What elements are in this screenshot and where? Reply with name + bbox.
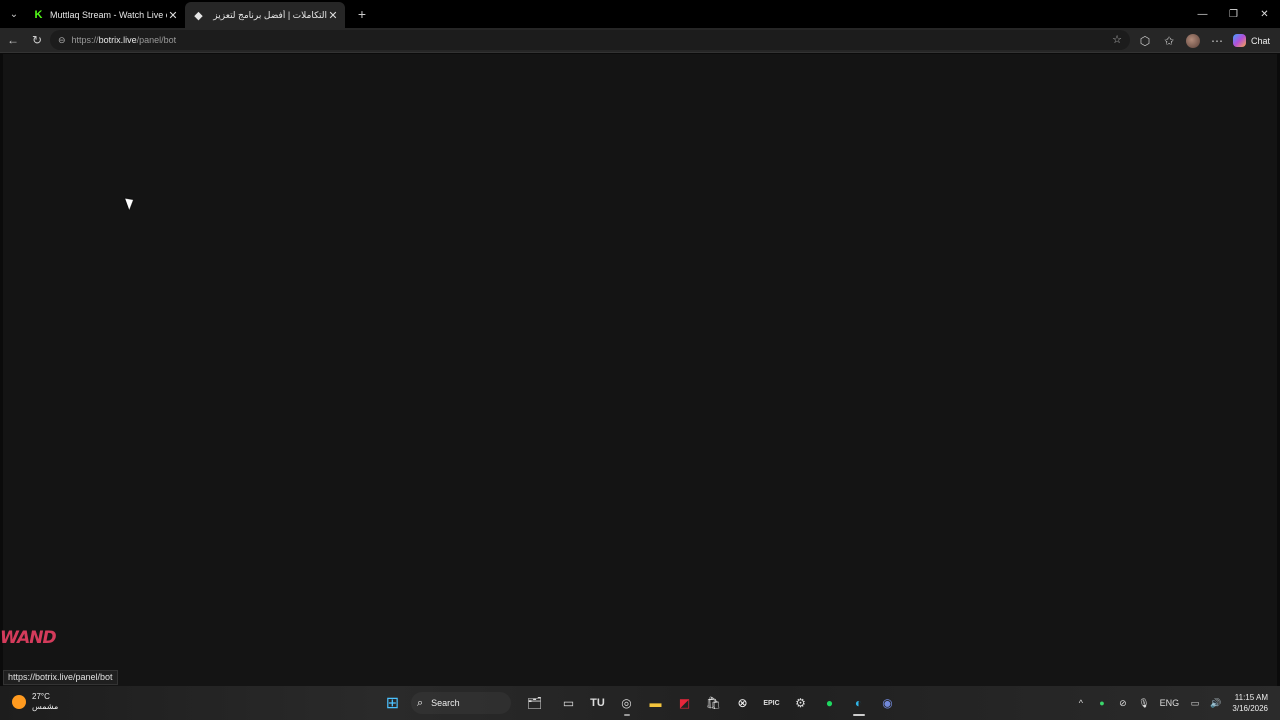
xbox-icon[interactable]: ⊗ <box>730 689 756 717</box>
close-window-icon[interactable]: ✕ <box>1249 0 1280 28</box>
extensions-icon[interactable]: ⬡ <box>1133 30 1157 52</box>
tab-botrix-integrations[interactable]: ◆ التكاملات | أفضل برنامج لتعزيز البث ✕ <box>185 2 345 28</box>
show-hidden-icons-chevron-up-icon[interactable]: ^ <box>1070 698 1091 708</box>
copilot-icon <box>1232 34 1246 47</box>
tab-actions-chevron-down-icon[interactable]: ⌄ <box>3 3 25 25</box>
volume-icon[interactable]: 🔊 <box>1205 698 1226 709</box>
new-tab-plus-icon[interactable]: + <box>351 3 373 25</box>
language-indicator[interactable]: ENG <box>1154 698 1184 708</box>
page-content <box>3 54 1277 686</box>
epic-games-icon[interactable]: EPIC <box>759 689 785 717</box>
spotify-icon[interactable]: ● <box>817 689 843 717</box>
screen: ⌄ K Muttlaq Stream - Watch Live on Ki ✕ … <box>0 0 1280 720</box>
clock[interactable]: 11:15 AM 3/16/2026 <box>1226 692 1280 714</box>
discord-icon[interactable]: ◉ <box>875 689 901 717</box>
search-icon: ⌕ <box>417 696 424 709</box>
taskbar-apps: ⊞ ⌕ Search 🗂 ▭ TU ◎ ▬ ◩ 🛍 ⊗ EPIC ⚙ ● ◐ ◉ <box>378 689 902 717</box>
toolbar-right: ⬡ ✩ ⋯ Chat <box>1133 28 1280 53</box>
store-icon[interactable]: 🛍 <box>701 689 727 717</box>
back-arrow-icon[interactable]: ← <box>1 29 25 51</box>
favorite-star-icon[interactable]: ☆ <box>1112 33 1122 46</box>
widgets-icon[interactable]: 🗂 <box>517 689 553 717</box>
edge-icon[interactable]: ◐ <box>846 689 872 717</box>
minimize-icon[interactable]: — <box>1187 0 1218 28</box>
site-info-icon[interactable]: ⊖ <box>58 35 66 46</box>
security-icon[interactable]: ⊘ <box>1112 698 1133 709</box>
file-explorer-icon[interactable]: ▬ <box>643 689 669 717</box>
kick-favicon-icon: K <box>34 9 43 21</box>
search-label: Search <box>431 698 460 708</box>
tab-title: Muttlaq Stream - Watch Live on Ki <box>50 10 167 20</box>
tab-title: التكاملات | أفضل برنامج لتعزيز البث <box>210 9 327 20</box>
start-windows-icon[interactable]: ⊞ <box>380 689 406 717</box>
temperature: 27°C <box>32 692 50 701</box>
tu-app-icon[interactable]: TU <box>585 689 611 717</box>
time: 11:15 AM <box>1234 693 1268 702</box>
refresh-icon[interactable]: ↻ <box>25 29 49 51</box>
copilot-chat-button[interactable]: Chat <box>1229 34 1280 47</box>
system-tray: ^ ● ⊘ 🎙 ENG ▭ 🔊 11:15 AM 3/16/2026 <box>1070 686 1280 720</box>
botrix-favicon-icon: ◆ <box>194 9 203 22</box>
url-path: /panel/bot <box>136 35 177 45</box>
tab-strip: ⌄ K Muttlaq Stream - Watch Live on Ki ✕ … <box>0 0 1280 28</box>
network-icon[interactable]: ▭ <box>1184 698 1205 709</box>
chat-label: Chat <box>1250 35 1270 46</box>
status-url-tooltip: https://botrix.live/panel/bot <box>3 670 118 685</box>
window-controls: — ❐ ✕ <box>1187 0 1280 28</box>
taskbar-search[interactable]: ⌕ Search <box>411 692 511 714</box>
sun-icon <box>12 695 26 709</box>
more-options-icon[interactable]: ⋯ <box>1205 30 1229 52</box>
microphone-icon[interactable]: 🎙 <box>1133 698 1154 709</box>
windows-taskbar: 27°C مشمس ⊞ ⌕ Search 🗂 ▭ TU ◎ ▬ ◩ 🛍 ⊗ EP… <box>0 686 1280 720</box>
task-view-icon[interactable]: ▭ <box>556 689 582 717</box>
status-green-icon[interactable]: ● <box>1091 698 1112 708</box>
close-tab-icon[interactable]: ✕ <box>327 9 339 22</box>
avatar <box>1185 33 1200 48</box>
close-tab-icon[interactable]: ✕ <box>167 9 179 22</box>
tab-muttlaq-stream[interactable]: K Muttlaq Stream - Watch Live on Ki ✕ <box>25 2 185 28</box>
stream-overlay-logo: WAND <box>0 628 57 648</box>
restore-icon[interactable]: ❐ <box>1218 0 1249 28</box>
weather-condition: مشمس <box>32 702 59 711</box>
profile-avatar[interactable] <box>1181 30 1205 52</box>
weather-widget[interactable]: 27°C مشمس <box>12 692 58 712</box>
address-bar[interactable]: ⊖ https://botrix.live/panel/bot ☆ <box>50 30 1130 50</box>
date: 3/16/2026 <box>1232 704 1268 713</box>
browser-toolbar: ← ↻ ⊖ https://botrix.live/panel/bot ☆ ⬡ … <box>0 28 1280 53</box>
steam-icon[interactable]: ⚙ <box>788 689 814 717</box>
amd-icon[interactable]: ◩ <box>672 689 698 717</box>
favorites-icon[interactable]: ✩ <box>1157 30 1181 52</box>
obs-icon[interactable]: ◎ <box>614 689 640 717</box>
url-prefix: https:// <box>71 35 99 45</box>
url-host: botrix.live <box>98 35 137 45</box>
